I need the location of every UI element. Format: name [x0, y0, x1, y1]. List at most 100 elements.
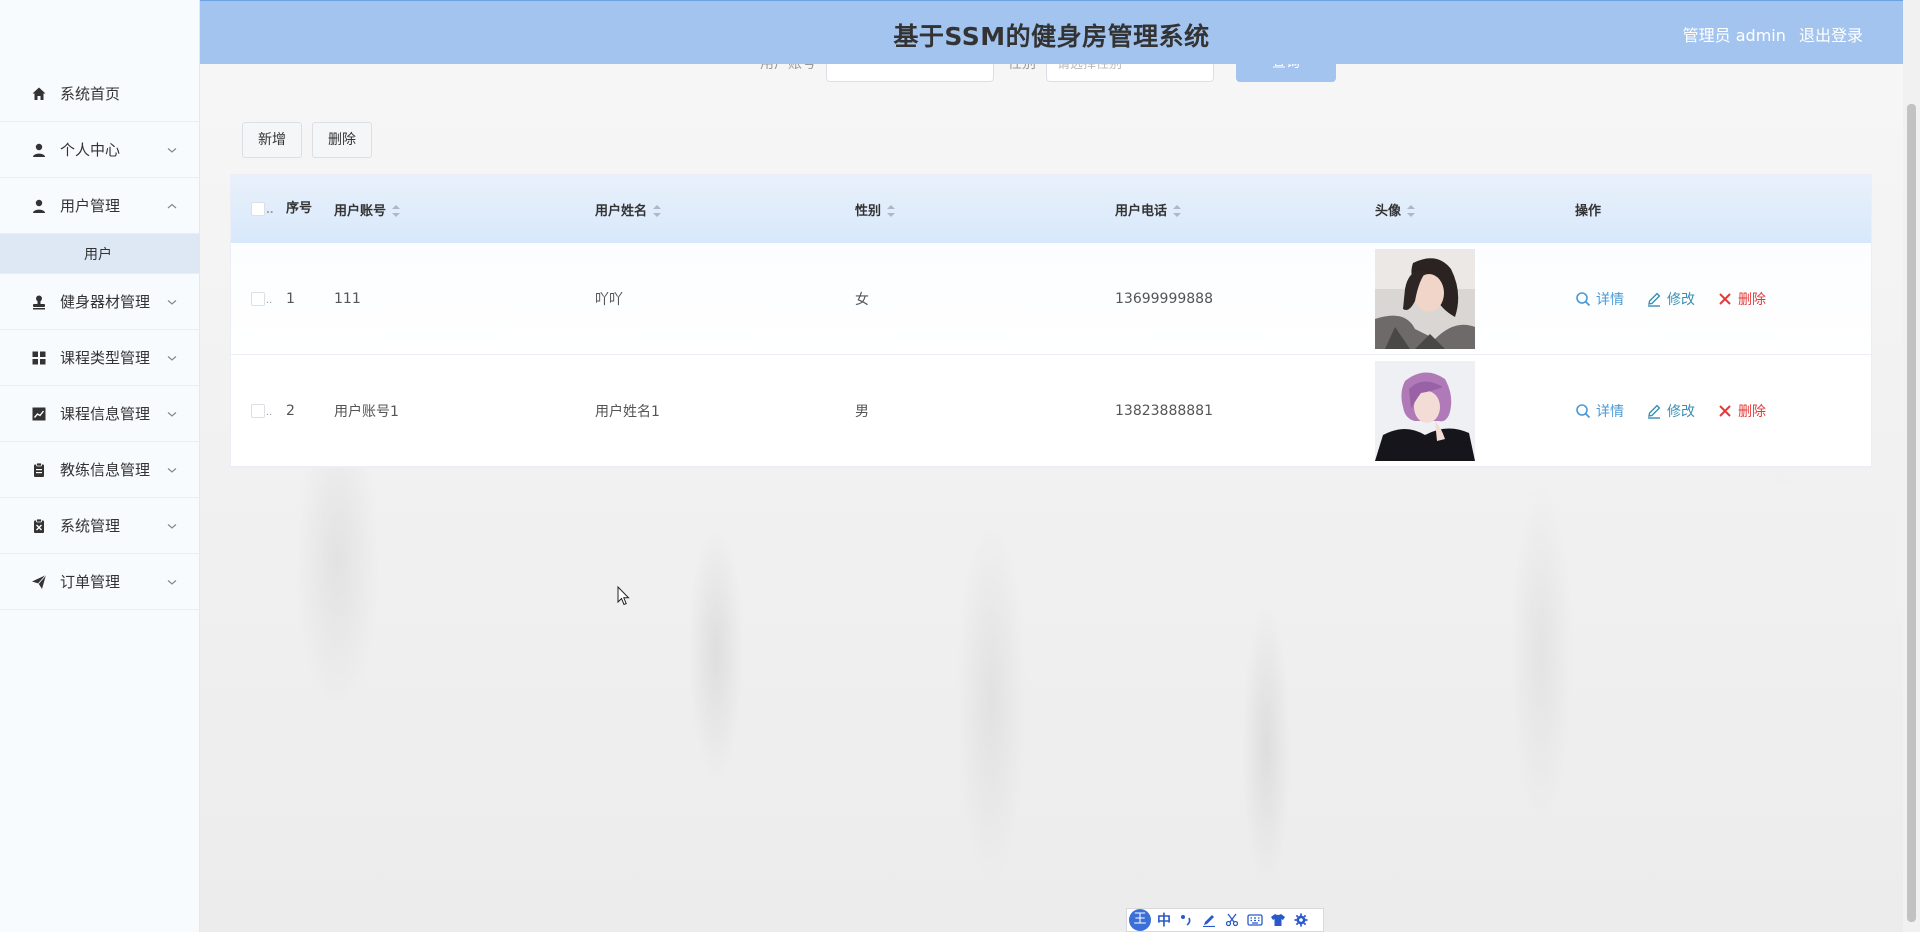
- current-user-label: 管理员 admin: [1682, 26, 1786, 45]
- table-header: .. 序号 用户账号 用户姓名 性别 用户电话 头像 操作: [231, 175, 1871, 243]
- column-header-avatar[interactable]: 头像: [1375, 200, 1575, 219]
- paper-plane-icon: [30, 573, 48, 591]
- column-header-gender[interactable]: 性别: [855, 200, 1115, 219]
- edit-icon: [1648, 292, 1661, 307]
- sidebar-item-label: 课程类型管理: [60, 349, 151, 367]
- row-name: 吖吖: [595, 291, 623, 308]
- sidebar-subitem-label: 用户: [84, 246, 112, 263]
- sidebar-item-label: 用户管理: [60, 197, 121, 215]
- row-checkbox[interactable]: [251, 403, 265, 418]
- select-all-checkbox[interactable]: [251, 202, 265, 216]
- chevron-down-icon: [167, 299, 177, 305]
- sidebar-item-label: 系统管理: [60, 517, 121, 535]
- grid-icon: [30, 349, 48, 367]
- sidebar-item-course-type-management[interactable]: 课程类型管理: [0, 330, 200, 386]
- delete-link[interactable]: 删除: [1717, 289, 1766, 309]
- skin-icon[interactable]: [1269, 912, 1286, 929]
- add-button[interactable]: 新增: [242, 122, 302, 158]
- user-icon: [30, 141, 48, 159]
- chevron-down-icon: [167, 523, 177, 529]
- sidebar-item-user-management[interactable]: 用户管理: [0, 178, 200, 234]
- row-checkbox[interactable]: [251, 291, 265, 306]
- column-header-index: 序号: [286, 201, 313, 216]
- vertical-scrollbar[interactable]: [1903, 0, 1920, 932]
- detail-link[interactable]: 详情: [1575, 289, 1624, 309]
- row-phone: 13823888881: [1115, 402, 1213, 419]
- ime-toolbar: 王 中: [1126, 908, 1324, 932]
- sort-icon[interactable]: [653, 204, 662, 218]
- row-phone: 13699999888: [1115, 290, 1213, 307]
- clipboard-x-icon: [30, 517, 48, 535]
- row-account: 111: [334, 290, 361, 307]
- chevron-down-icon: [167, 355, 177, 361]
- stamp-icon: [30, 293, 48, 311]
- sort-icon[interactable]: [1173, 204, 1182, 218]
- mouse-cursor-icon: [617, 586, 630, 606]
- ime-logo-icon[interactable]: 王: [1129, 909, 1151, 931]
- punctuation-icon[interactable]: [1177, 912, 1194, 929]
- sidebar-item-label: 课程信息管理: [60, 405, 151, 423]
- sidebar-menu: 系统首页 个人中心 用户管理 用户 健身器材管理 课程类型管理 课程信息管理 教…: [0, 66, 200, 610]
- sidebar-item-label: 教练信息管理: [60, 461, 151, 479]
- sidebar-item-coach-info-management[interactable]: 教练信息管理: [0, 442, 200, 498]
- row-gender: 男: [855, 403, 869, 420]
- clipboard-icon: [30, 461, 48, 479]
- ime-language-toggle[interactable]: 中: [1157, 910, 1171, 930]
- sidebar-item-equipment-management[interactable]: 健身器材管理: [0, 274, 200, 330]
- batch-delete-button[interactable]: 删除: [312, 122, 372, 158]
- chevron-down-icon: [167, 467, 177, 473]
- column-header-operations: 操作: [1575, 203, 1602, 219]
- row-index: 1: [286, 290, 295, 307]
- row-name: 用户姓名1: [595, 403, 660, 420]
- column-header-name[interactable]: 用户姓名: [595, 200, 855, 219]
- sidebar-item-personal-center[interactable]: 个人中心: [0, 122, 200, 178]
- sidebar-item-label: 个人中心: [60, 141, 121, 159]
- sort-icon[interactable]: [392, 204, 401, 218]
- sidebar-item-home[interactable]: 系统首页: [0, 66, 200, 122]
- detail-link[interactable]: 详情: [1575, 401, 1624, 421]
- sidebar-item-label: 健身器材管理: [60, 293, 151, 311]
- home-icon: [30, 85, 48, 103]
- row-index: 2: [286, 402, 295, 419]
- user-icon: [30, 197, 48, 215]
- sidebar: 系统首页 个人中心 用户管理 用户 健身器材管理 课程类型管理 课程信息管理 教…: [0, 0, 200, 932]
- edit-link[interactable]: 修改: [1646, 401, 1695, 421]
- logout-link[interactable]: 退出登录: [1799, 26, 1863, 45]
- top-header: 基于SSM的健身房管理系统 管理员 admin 退出登录: [200, 0, 1903, 64]
- sidebar-subitem-users[interactable]: 用户: [0, 234, 200, 274]
- table-row: .. 1 111 吖吖 女 13699999888 详情 修改 删除: [231, 243, 1871, 355]
- pen-icon[interactable]: [1200, 912, 1217, 929]
- chevron-down-icon: [167, 579, 177, 585]
- column-header-account[interactable]: 用户账号: [334, 200, 595, 219]
- search-icon: [1576, 403, 1591, 418]
- table-row: .. 2 用户账号1 用户姓名1 男 13823888881 详情 修改 删除: [231, 355, 1871, 467]
- sidebar-item-order-management[interactable]: 订单管理: [0, 554, 200, 610]
- close-icon: [1719, 292, 1731, 305]
- search-icon: [1576, 291, 1591, 306]
- avatar-photo-1: [1375, 248, 1475, 349]
- chart-icon: [30, 405, 48, 423]
- gear-icon[interactable]: [1292, 912, 1309, 929]
- chevron-up-icon: [167, 203, 177, 208]
- edit-link[interactable]: 修改: [1646, 289, 1695, 309]
- keyboard-icon[interactable]: [1246, 912, 1263, 929]
- close-icon: [1719, 404, 1731, 417]
- column-header-phone[interactable]: 用户电话: [1115, 200, 1375, 219]
- row-account: 用户账号1: [334, 403, 399, 420]
- scrollbar-thumb[interactable]: [1907, 104, 1916, 922]
- user-table: .. 序号 用户账号 用户姓名 性别 用户电话 头像 操作 .. 1 111 吖…: [230, 174, 1872, 468]
- sidebar-item-label: 订单管理: [60, 573, 121, 591]
- page-title: 基于SSM的健身房管理系统: [893, 22, 1210, 51]
- chevron-down-icon: [167, 147, 177, 153]
- scissors-icon[interactable]: [1223, 912, 1240, 929]
- sort-icon[interactable]: [887, 204, 896, 218]
- sidebar-item-course-info-management[interactable]: 课程信息管理: [0, 386, 200, 442]
- table-actions: 新增 删除: [242, 122, 382, 158]
- sidebar-item-label: 系统首页: [60, 85, 121, 103]
- sort-icon[interactable]: [1407, 204, 1416, 218]
- header-select-all-cell: ..: [231, 202, 286, 217]
- sidebar-item-system-management[interactable]: 系统管理: [0, 498, 200, 554]
- delete-link[interactable]: 删除: [1717, 401, 1766, 421]
- chevron-down-icon: [167, 411, 177, 417]
- user-area: 管理员 admin 退出登录: [1675, 22, 1863, 46]
